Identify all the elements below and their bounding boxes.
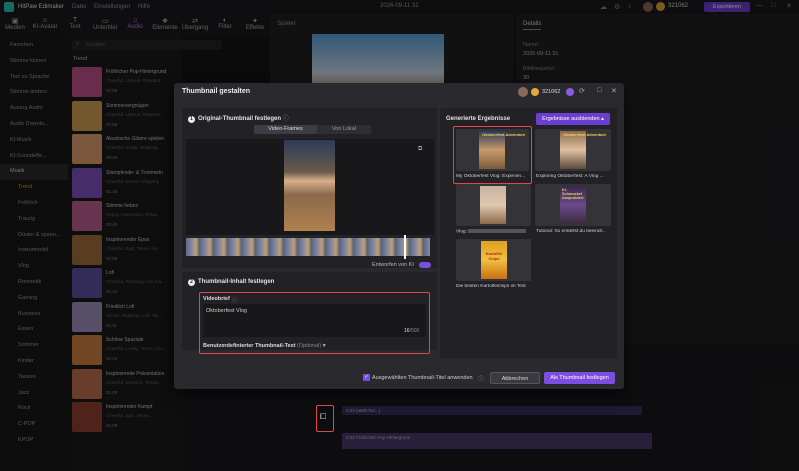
result-card-1[interactable]: Oktoberfest Adventure [456,129,529,171]
section1-title: Original-Thumbnail festlegen [198,116,282,122]
result-5-overlay: Kartoffel Chips [485,251,503,261]
set-thumbnail-button[interactable]: Als Thumbnail festlegen [544,372,615,384]
designed-by-ai-label: Entworfen von KI [372,262,414,268]
caret-up-icon: ▴ [601,116,604,122]
thumbnail-edit-icon[interactable]: ⧠ [320,412,326,422]
dialog-avatar[interactable] [518,87,528,97]
result-3-caption-text: Vlog: [456,229,469,235]
step-1-badge: 1 [188,116,195,123]
frame-preview-image [284,140,335,231]
apply-info-icon: ⓘ [478,377,485,383]
tab-from-local[interactable]: Von Lokal [317,125,371,134]
section2-heading: 2 Thumbnail-Inhalt festlegen [188,279,274,286]
result-4-overlay: KI-Schmuckel Ausprobiert [562,188,584,200]
result-card-4[interactable]: KI-Schmuckel Ausprobiert [535,184,611,226]
result-2-overlay: Oktoberfest Adventure [563,132,607,137]
section2-title: Thumbnail-Inhalt festlegen [198,279,275,285]
frame-filmstrip[interactable] [186,238,430,256]
ai-toggle[interactable] [419,262,431,268]
result-3-caption: Vlog: [456,229,531,234]
hide-results-button[interactable]: Ergebnisse ausblenden ▴ [536,113,610,125]
dialog-title: Thumbnail gestalten [182,88,251,95]
dialog-credits: 321062 [542,89,561,95]
dialog-close-icon[interactable]: ✕ [611,87,617,95]
maximize-icon[interactable]: □ [597,87,601,94]
cancel-button[interactable]: Abbrechen [490,372,540,384]
step-2-badge: 2 [188,279,195,286]
result-5-caption: Die besten Kartoffelchips im Test [456,284,526,289]
result-1-caption: My Oktoberfest Vlog: Experien... [456,174,526,179]
info-icon: ⓘ [282,116,289,122]
result-card-3[interactable] [456,184,531,226]
section1-heading: 1 Original-Thumbnail festlegen ⓘ [188,113,289,123]
result-card-5[interactable]: Kartoffel Chips [456,239,531,281]
result-2-caption: Exploring Oktoberfest: A Vlog ... [536,174,604,179]
result-4-caption: Tutorial: So erstellst du beeindr... [536,229,606,234]
upgrade-icon[interactable] [566,88,574,96]
hide-results-label: Ergebnisse ausblenden [542,116,600,122]
results-title: Generierte Ergebnisse [446,116,511,122]
brief-highlight-box [199,292,430,354]
result-3-redacted [468,229,527,233]
result-card-2[interactable]: Oktoberfest Adventure [535,129,611,171]
tab-video-frames[interactable]: Video-Frames [254,125,317,134]
dialog-coin-icon [531,88,539,96]
thumbnail-dialog: Thumbnail gestalten 321062 ⟳ □ ✕ 1 Origin… [174,83,624,389]
crop-icon[interactable]: ⧉ [418,146,422,153]
apply-title-checkbox[interactable]: ✓ [363,374,370,381]
result-1-overlay: Oktoberfest Adventure [482,132,526,137]
result-3-image [480,186,506,224]
apply-title-label: Ausgewählten Thumbnail-Titel anwenden [372,375,473,381]
frame-scrubber[interactable] [404,235,406,259]
refresh-icon[interactable]: ⟳ [579,87,585,95]
